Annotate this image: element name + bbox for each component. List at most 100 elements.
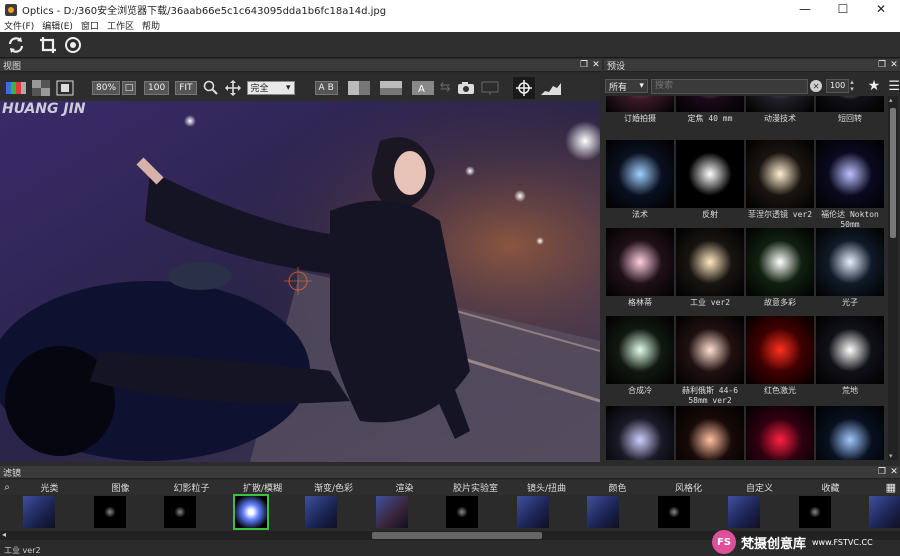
filter-tab[interactable]: 收藏 — [795, 481, 866, 494]
scrollbar-thumb[interactable] — [890, 108, 896, 238]
preset-item[interactable] — [816, 406, 884, 460]
scrollbar-thumb[interactable] — [372, 532, 542, 539]
thumb-size-stepper[interactable]: ▴ ▾ — [850, 79, 854, 93]
filter-tab[interactable]: 胶片实验室 — [440, 481, 511, 494]
camera-icon[interactable] — [457, 80, 475, 96]
preset-item[interactable]: 短回转 — [816, 96, 884, 124]
preset-thumbnail — [676, 316, 744, 384]
thumb-size-field[interactable]: 100 — [825, 79, 850, 93]
split-view-icon[interactable] — [347, 80, 370, 96]
filter-tab[interactable]: 自定义 — [724, 481, 795, 494]
float-icon[interactable]: ❐ — [876, 60, 888, 70]
presets-filter-select[interactable]: 所有 ▾ — [605, 79, 648, 93]
preset-item[interactable]: 福伦达 Nokton 50mm — [816, 140, 884, 230]
filter-tab[interactable]: 图像 — [85, 481, 156, 494]
scroll-left-icon[interactable]: ◂ — [2, 530, 6, 539]
preset-item[interactable]: 动漫技术 — [746, 96, 814, 124]
preset-item[interactable]: 合成冷 — [606, 316, 674, 396]
pan-icon[interactable] — [224, 79, 241, 96]
histogram-icon[interactable] — [540, 80, 561, 96]
preset-item[interactable]: 订婚拍摄 — [606, 96, 674, 124]
filter-thumbnail[interactable] — [446, 496, 478, 528]
fit-frame-icon[interactable] — [56, 80, 74, 96]
text-overlay-icon[interactable]: A — [411, 80, 434, 96]
preset-thumbnail — [816, 406, 884, 460]
horizontal-split-icon[interactable] — [379, 80, 402, 96]
zoom-field[interactable]: 80% — [92, 80, 121, 95]
zoom-100-button[interactable]: 100 — [144, 80, 170, 95]
ab-compare-button[interactable]: A B — [314, 80, 338, 95]
zoom-icon[interactable] — [203, 80, 219, 96]
filter-thumbnail[interactable] — [305, 496, 337, 528]
crop-icon[interactable] — [37, 34, 59, 56]
menu-window[interactable]: 窗口 — [77, 19, 103, 32]
filter-thumbnail[interactable] — [23, 496, 55, 528]
target-icon[interactable] — [62, 34, 84, 56]
checker-icon[interactable] — [32, 79, 50, 96]
menu-icon[interactable]: ☰ — [888, 79, 900, 94]
preset-item[interactable]: 荒地 — [816, 316, 884, 396]
preset-item[interactable]: 反射 — [676, 140, 744, 220]
preset-item[interactable]: 定焦 40 mm — [676, 96, 744, 124]
zoom-stepper[interactable]: □ — [122, 80, 137, 95]
view-mode-select[interactable]: 完全 ▾ — [246, 80, 295, 95]
minimize-button[interactable]: — — [786, 0, 824, 19]
preset-item[interactable]: 赫利俄斯 44-6 58mm ver2 — [676, 316, 744, 406]
filter-thumbnail[interactable] — [232, 494, 269, 530]
filter-thumbnail[interactable] — [657, 496, 690, 528]
preset-item[interactable]: 故意多彩 — [746, 228, 814, 308]
presets-search-input[interactable] — [650, 78, 809, 94]
preset-item[interactable] — [746, 406, 814, 460]
rgb-channels-icon[interactable] — [6, 80, 26, 96]
menu-help[interactable]: 帮助 — [138, 19, 164, 32]
filter-tab[interactable]: 渐变/色彩 — [298, 481, 369, 494]
scroll-up-icon[interactable]: ▴ — [889, 96, 893, 104]
filter-tab[interactable]: 风格化 — [653, 481, 724, 494]
filter-thumbnail[interactable] — [93, 496, 126, 528]
clear-search-icon[interactable]: ✕ — [810, 80, 822, 92]
menu-workspace[interactable]: 工作区 — [103, 19, 138, 32]
close-button[interactable]: ✕ — [862, 0, 900, 19]
maximize-button[interactable]: ☐ — [824, 0, 862, 19]
filter-tab[interactable]: 光类 — [14, 481, 85, 494]
float-icon[interactable]: ❐ — [578, 60, 590, 70]
filter-tab[interactable]: 扩散/模糊 — [227, 481, 298, 494]
link-icon[interactable]: ⇆ — [440, 80, 451, 96]
close-icon[interactable]: ✕ — [590, 60, 602, 70]
monitor-icon[interactable] — [481, 80, 499, 96]
star-icon[interactable]: ★ — [868, 78, 881, 94]
filter-thumbnail[interactable] — [164, 496, 196, 528]
image-canvas[interactable]: HUANG JIN — [0, 101, 600, 462]
preset-item[interactable]: 光子 — [816, 228, 884, 308]
preset-item[interactable] — [676, 406, 744, 460]
grid-view-icon[interactable]: ▦ — [886, 481, 896, 494]
filter-tab[interactable]: 镜头/扭曲 — [511, 481, 582, 494]
filter-thumbnail[interactable] — [728, 496, 760, 528]
fit-button[interactable]: FIT — [175, 80, 197, 95]
filter-tab[interactable]: 渲染 — [369, 481, 440, 494]
filter-tab[interactable]: 颜色 — [582, 481, 653, 494]
float-icon[interactable]: ❐ — [876, 467, 888, 477]
filter-thumbnail[interactable] — [798, 496, 831, 528]
menu-file[interactable]: 文件(F) — [0, 19, 38, 32]
scroll-down-icon[interactable]: ▾ — [889, 452, 893, 460]
filter-thumbnail[interactable] — [869, 496, 900, 528]
refresh-icon[interactable] — [5, 34, 27, 56]
filter-thumbnail[interactable] — [375, 496, 408, 528]
filter-tab[interactable]: 幻影粒子 — [156, 481, 227, 494]
preset-item[interactable]: 工业 ver2 — [676, 228, 744, 308]
search-icon[interactable]: ⌕ — [0, 482, 14, 493]
filter-thumbnail[interactable] — [516, 496, 549, 528]
preset-item[interactable]: 菲涅尔透镜 ver2 — [746, 140, 814, 220]
preset-item[interactable]: 红色激光 — [746, 316, 814, 396]
filter-tabs: ⌕ 光类 图像 幻影粒子 扩散/模糊 渐变/色彩 渲染 胶片实验室 镜头/扭曲 颜色 风格化 自定义… — [0, 480, 900, 495]
close-icon[interactable]: ✕ — [888, 467, 900, 477]
filter-thumbnail[interactable] — [587, 496, 619, 528]
preset-item[interactable]: 法术 — [606, 140, 674, 220]
preset-item[interactable] — [606, 406, 674, 460]
preset-item[interactable]: 格林蒂 — [606, 228, 674, 308]
crosshair-icon[interactable] — [512, 76, 535, 99]
close-icon[interactable]: ✕ — [888, 60, 900, 70]
presets-scrollbar[interactable]: ▴ ▾ — [888, 96, 898, 460]
menu-edit[interactable]: 编辑(E) — [38, 19, 77, 32]
